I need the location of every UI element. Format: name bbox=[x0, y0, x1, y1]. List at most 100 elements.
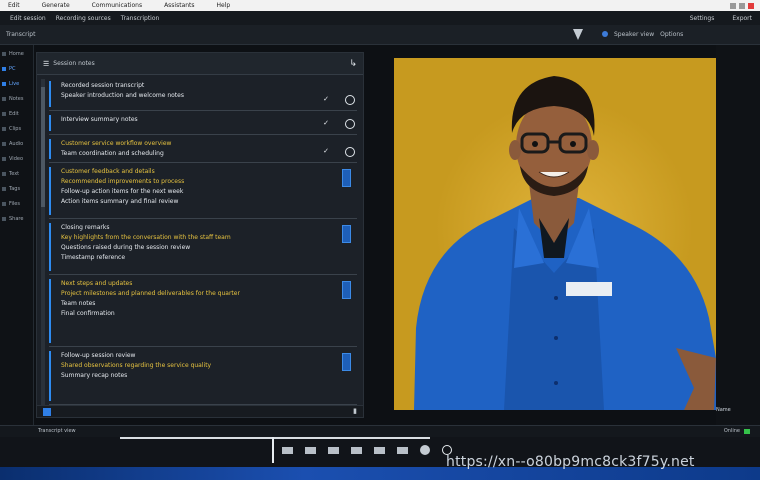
rewind-icon[interactable] bbox=[282, 446, 293, 454]
entry-flag-icon[interactable] bbox=[342, 353, 351, 371]
minimize-button[interactable] bbox=[730, 2, 736, 9]
cut-icon[interactable] bbox=[397, 446, 408, 454]
pause-icon[interactable] bbox=[328, 446, 339, 454]
shirt-button bbox=[554, 381, 558, 385]
sidebar-item-pc[interactable]: PC bbox=[2, 63, 33, 75]
toolbar-item-sources[interactable]: Recording sources bbox=[56, 15, 111, 22]
ear-left bbox=[509, 140, 521, 160]
entry-accent-bar bbox=[49, 223, 51, 271]
stop-icon[interactable] bbox=[351, 446, 362, 454]
scrollbar-thumb[interactable] bbox=[41, 87, 45, 207]
title-bar: Edit Generate Communications Assistants … bbox=[0, 0, 760, 11]
sidebar-item-icon bbox=[2, 157, 6, 161]
entry-text-line: Team coordination and scheduling bbox=[61, 150, 164, 157]
sidebar-item-clips[interactable]: Clips bbox=[2, 123, 33, 135]
trash-icon[interactable]: ▮ bbox=[353, 407, 357, 415]
transcript-entry[interactable]: Follow-up session review Shared observati… bbox=[49, 349, 357, 405]
entry-accent-bar bbox=[49, 81, 51, 107]
video-viewer[interactable] bbox=[394, 58, 716, 410]
eye-left bbox=[532, 141, 538, 147]
check-icon[interactable]: ✓ bbox=[323, 95, 329, 103]
sidebar-item-files[interactable]: Files bbox=[2, 198, 33, 210]
shirt-button bbox=[554, 336, 558, 340]
header-options-label[interactable]: Options bbox=[660, 31, 683, 38]
sidebar-item-icon bbox=[2, 97, 6, 101]
panel-scrollbar[interactable] bbox=[41, 79, 45, 415]
transcript-entry[interactable]: Recorded session transcript Speaker intro… bbox=[49, 79, 357, 111]
entry-accent-bar bbox=[49, 139, 51, 159]
entry-accent-bar bbox=[49, 115, 51, 131]
menu-item-generate[interactable]: Generate bbox=[42, 2, 70, 9]
sidebar-item-share[interactable]: Share bbox=[2, 213, 33, 225]
toolbar-item-edit-session[interactable]: Edit session bbox=[10, 15, 46, 22]
header-strip: Transcript Speaker view Options bbox=[0, 25, 760, 45]
transcript-entry[interactable]: Customer service workflow overview Team c… bbox=[49, 137, 357, 163]
eye-right bbox=[570, 141, 576, 147]
sidebar-item-icon bbox=[2, 52, 6, 56]
transcript-entry[interactable]: Interview summary notes ✓ bbox=[49, 113, 357, 135]
toolbar-item-export[interactable]: Export bbox=[732, 15, 752, 22]
transcript-entry[interactable]: Closing remarks Key highlights from the c… bbox=[49, 221, 357, 275]
panel-menu-icon[interactable]: ☰ bbox=[43, 60, 49, 68]
sidebar-item-label: PC bbox=[9, 66, 16, 72]
playhead[interactable] bbox=[272, 437, 274, 463]
menu-item-assistants[interactable]: Assistants bbox=[164, 2, 194, 9]
transcript-panel: ☰ Session notes ↳ Recorded session trans… bbox=[36, 52, 364, 418]
sidebar-item-live[interactable]: Live bbox=[2, 78, 33, 90]
sidebar-item-label: Clips bbox=[9, 126, 22, 132]
sidebar-item-video[interactable]: Video bbox=[2, 153, 33, 165]
sidebar-item-edit[interactable]: Edit bbox=[2, 108, 33, 120]
transcript-entry[interactable]: Next steps and updates Project milestones… bbox=[49, 277, 357, 347]
sidebar-item-label: Audio bbox=[9, 141, 24, 147]
status-left: Transcript view bbox=[38, 428, 76, 434]
sidebar-item-tags[interactable]: Tags bbox=[2, 183, 33, 195]
status-circle-icon[interactable] bbox=[345, 119, 355, 129]
entry-flag-icon[interactable] bbox=[342, 225, 351, 243]
entry-text-line: Interview summary notes bbox=[61, 116, 138, 123]
forward-icon[interactable] bbox=[374, 446, 385, 454]
header-right-label[interactable]: Speaker view bbox=[614, 31, 654, 38]
toolbar-item-transcription[interactable]: Transcription bbox=[121, 15, 160, 22]
timeline-track[interactable] bbox=[120, 437, 430, 439]
filter-icon[interactable] bbox=[573, 29, 583, 40]
entry-text-line: Follow-up session review bbox=[61, 352, 136, 359]
entry-flag-icon[interactable] bbox=[342, 169, 351, 187]
volume-knob[interactable] bbox=[420, 445, 430, 455]
sidebar-item-icon bbox=[2, 187, 6, 191]
play-icon[interactable] bbox=[305, 446, 316, 454]
sidebar-item-home[interactable]: Home bbox=[2, 48, 33, 60]
menu-item-help[interactable]: Help bbox=[217, 2, 231, 9]
status-right: Online bbox=[723, 428, 740, 434]
menu-item-edit[interactable]: Edit bbox=[8, 2, 20, 9]
entry-text-line: Final confirmation bbox=[61, 310, 115, 317]
name-tag bbox=[566, 282, 612, 296]
toolbar-item-settings[interactable]: Settings bbox=[690, 15, 715, 22]
pin-icon[interactable]: ↳ bbox=[349, 59, 357, 69]
sidebar-item-label: Text bbox=[9, 171, 20, 177]
sidebar-item-notes[interactable]: Notes bbox=[2, 93, 33, 105]
check-icon[interactable]: ✓ bbox=[323, 119, 329, 127]
entry-text-line: Customer service workflow overview bbox=[61, 140, 172, 147]
sidebar-item-text[interactable]: Text bbox=[2, 168, 33, 180]
status-circle-icon[interactable] bbox=[345, 95, 355, 105]
check-icon[interactable]: ✓ bbox=[323, 147, 329, 155]
maximize-button[interactable] bbox=[739, 2, 745, 9]
add-note-icon[interactable] bbox=[43, 408, 51, 416]
menu-item-communications[interactable]: Communications bbox=[92, 2, 142, 9]
status-circle-icon[interactable] bbox=[345, 147, 355, 157]
close-button[interactable] bbox=[748, 2, 754, 9]
entry-text-line: Timestamp reference bbox=[61, 254, 126, 261]
entry-text-line: Closing remarks bbox=[61, 224, 110, 231]
sidebar-item-icon bbox=[2, 82, 6, 86]
window-controls bbox=[730, 2, 754, 9]
sidebar-item-audio[interactable]: Audio bbox=[2, 138, 33, 150]
panel-header: ☰ Session notes ↳ bbox=[37, 53, 363, 75]
sidebar-item-icon bbox=[2, 172, 6, 176]
header-left-label: Transcript bbox=[6, 31, 36, 38]
entry-text-line: Action items summary and final review bbox=[61, 198, 179, 205]
sidebar-item-label: Video bbox=[9, 156, 24, 162]
transcript-entry[interactable]: Customer feedback and details Recommended… bbox=[49, 165, 357, 219]
sidebar-item-icon bbox=[2, 127, 6, 131]
entry-flag-icon[interactable] bbox=[342, 281, 351, 299]
entry-text-line: Project milestones and planned deliverab… bbox=[61, 290, 240, 297]
